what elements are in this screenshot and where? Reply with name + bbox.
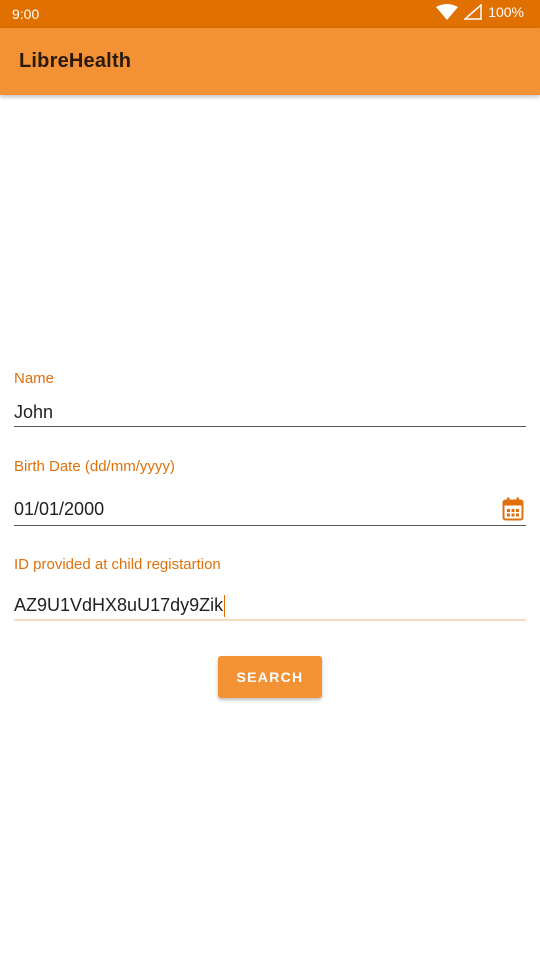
battery-percentage: 100% — [488, 4, 524, 20]
status-time: 9:00 — [12, 6, 40, 22]
child-id-value: AZ9U1VdHX8uU17dy9Zik — [14, 595, 224, 615]
app-bar: LibreHealth — [0, 28, 540, 95]
birth-date-field[interactable]: Birth Date (dd/mm/yyyy) 01/01/2000 — [14, 458, 526, 526]
app-title: LibreHealth — [19, 50, 132, 72]
birth-date-value: 01/01/2000 — [14, 499, 105, 519]
birth-date-underline — [14, 525, 526, 526]
signal-icon — [464, 4, 482, 20]
calendar-icon[interactable] — [502, 497, 524, 526]
search-button[interactable]: SEARCH — [218, 656, 322, 698]
status-icons: 100% — [436, 4, 524, 20]
name-value: John — [14, 402, 54, 422]
wifi-icon — [436, 4, 459, 20]
name-underline — [14, 426, 526, 427]
child-id-value-wrap: AZ9U1VdHX8uU17dy9Zik — [14, 595, 226, 618]
child-id-underline — [14, 619, 526, 621]
birth-date-label: Birth Date (dd/mm/yyyy) — [14, 458, 175, 475]
text-cursor — [224, 595, 226, 618]
name-field[interactable]: Name John — [14, 370, 526, 428]
child-id-field[interactable]: ID provided at child registartion AZ9U1V… — [14, 556, 526, 622]
child-id-label: ID provided at child registartion — [14, 556, 221, 573]
status-bar: 9:00 100% — [0, 0, 540, 28]
name-label: Name — [14, 370, 55, 387]
